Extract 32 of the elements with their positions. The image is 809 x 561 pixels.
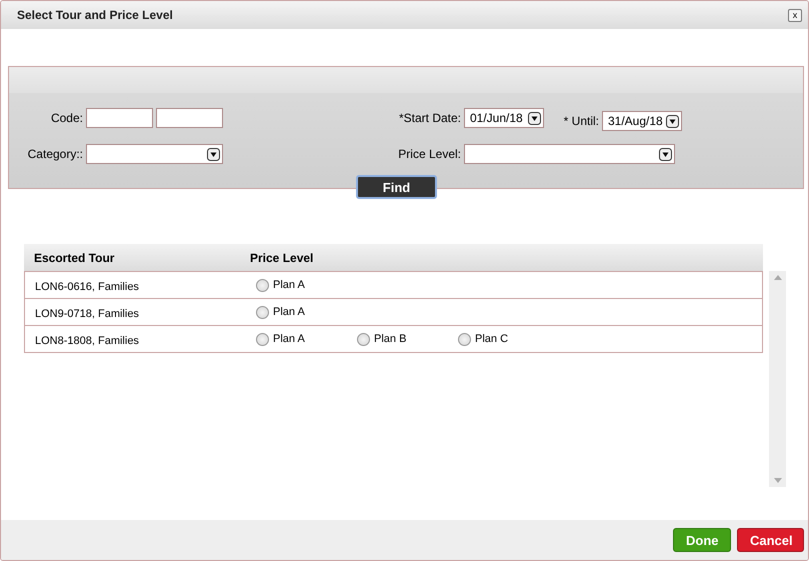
plan-radio[interactable]: Plan A [256,278,357,292]
code-field[interactable] [156,108,223,128]
caret-icon [659,148,672,160]
until-date-select[interactable]: 31/Aug/18 [602,111,682,131]
plan-radio[interactable]: Plan A [256,332,357,346]
start-date-select[interactable]: 01/Jun/18 [464,108,544,128]
code-label: Code: [50,111,83,125]
price-level-label: Price Level: [397,147,461,161]
category-select[interactable] [86,144,223,164]
column-header: Price Level [249,250,314,264]
category-label: Category:: [26,147,83,161]
close-button[interactable]: x [788,8,802,22]
plan-radio[interactable]: Plan B [357,332,458,346]
up-arrow-icon[interactable] [774,275,782,280]
caret-icon [666,114,679,128]
cancel-button[interactable]: Cancel [737,528,804,552]
caret-icon [207,148,220,160]
start-date-label: *Start Date: [398,111,461,125]
code-field[interactable] [86,108,153,128]
tour-cell-text: LON8-1808, Families [34,334,140,347]
window-title: Select Tour and Price Level [17,8,173,22]
tour-cell-text: LON6-0616, Families [34,280,140,293]
plan-radio[interactable]: Plan C [458,332,559,346]
until-label: * Until: [562,113,599,128]
find-button[interactable]: Find [356,175,437,199]
scrollbar[interactable] [769,271,786,487]
down-arrow-icon[interactable] [774,478,782,483]
caret-icon [528,112,541,124]
price-level-select[interactable] [464,144,675,164]
tour-cell-text: LON9-0718, Families [34,307,140,320]
plan-radio[interactable]: Plan A [256,306,357,318]
column-header: Escorted Tour [33,250,116,264]
